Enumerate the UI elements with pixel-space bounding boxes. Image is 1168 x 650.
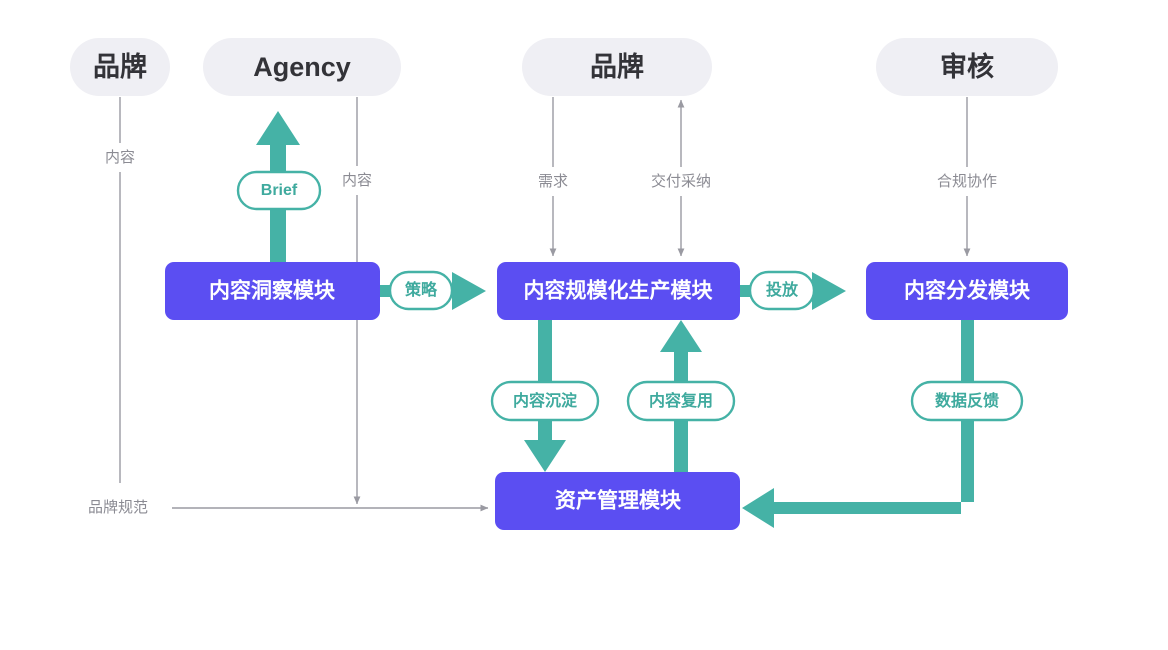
module-content-distribution[interactable]: 内容分发模块 [866, 262, 1068, 320]
actor-pill-agency[interactable]: Agency [203, 38, 401, 96]
edge-label-content-left: 内容 [105, 149, 135, 166]
chip-label: 内容沉淀 [513, 391, 578, 410]
actor-pill-label: 品牌 [93, 52, 147, 82]
chip-delivery[interactable]: 投放 [748, 270, 816, 311]
chip-data-feedback[interactable]: 数据反馈 [910, 380, 1024, 422]
chip-content-precipitation[interactable]: 内容沉淀 [490, 380, 600, 422]
edge-label-delivery-adoption: 交付采纳 [651, 172, 711, 190]
flow-diagram: 品牌 Agency 品牌 审核 内容 内容 需求 交付采纳 合规协作 品牌规范 [70, 38, 1068, 530]
teal-arrow-data-feedback [742, 320, 974, 528]
edge-label-requirement: 需求 [538, 173, 568, 190]
actor-pill-label: 审核 [940, 51, 994, 82]
chip-strategy[interactable]: 策略 [388, 270, 454, 311]
module-label: 内容规模化生产模块 [524, 279, 714, 303]
chip-content-reuse[interactable]: 内容复用 [626, 380, 736, 422]
module-asset-management[interactable]: 资产管理模块 [495, 472, 740, 530]
module-label: 资产管理模块 [555, 489, 682, 513]
actor-pill-label: Agency [253, 52, 351, 82]
chip-label: Brief [261, 182, 298, 199]
actor-pill-brand-left[interactable]: 品牌 [70, 38, 170, 96]
edge-label-content-right: 内容 [342, 172, 372, 189]
chip-label: 数据反馈 [935, 391, 999, 410]
actor-pill-review[interactable]: 审核 [876, 38, 1058, 96]
module-label: 内容分发模块 [904, 279, 1031, 303]
module-label: 内容洞察模块 [209, 279, 336, 303]
chip-label: 投放 [766, 280, 799, 299]
module-content-production[interactable]: 内容规模化生产模块 [497, 262, 740, 320]
actor-pills: 品牌 Agency 品牌 审核 [70, 38, 1058, 96]
actor-pill-label: 品牌 [590, 52, 644, 82]
diagram-canvas: 品牌 Agency 品牌 审核 内容 内容 需求 交付采纳 合规协作 品牌规范 [0, 0, 1168, 650]
edge-label-compliance: 合规协作 [937, 173, 997, 190]
module-content-insight[interactable]: 内容洞察模块 [165, 262, 380, 320]
chip-label: 策略 [404, 280, 438, 299]
chip-label: 内容复用 [649, 391, 713, 410]
actor-pill-brand-mid[interactable]: 品牌 [522, 38, 712, 96]
chip-brief[interactable]: Brief [236, 170, 322, 211]
edge-label-brand-spec: 品牌规范 [88, 499, 148, 516]
